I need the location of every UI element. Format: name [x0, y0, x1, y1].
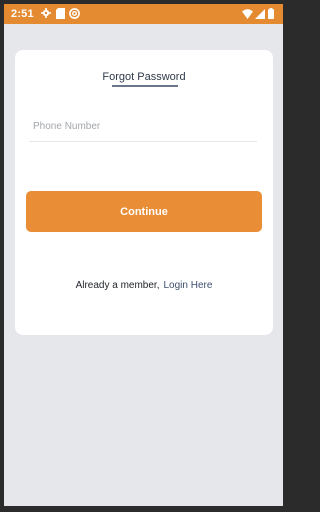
gear-icon: [41, 8, 51, 18]
login-here-link[interactable]: Login Here: [164, 280, 213, 291]
sim-card-icon: [56, 8, 65, 19]
status-time: 2:51: [11, 8, 34, 20]
app-screen: 2:51 Forgot Password Co: [4, 4, 283, 506]
tab-forgot-password[interactable]: Forgot Password: [15, 70, 273, 84]
login-prompt: Already a member, Login Here: [15, 280, 273, 292]
status-bar: 2:51: [4, 4, 283, 24]
battery-icon: [268, 8, 274, 19]
at-sign-icon: [69, 8, 80, 19]
phone-number-input[interactable]: [29, 112, 257, 142]
tab-active-indicator: [112, 85, 178, 87]
continue-button[interactable]: Continue: [26, 191, 262, 232]
wifi-icon: [242, 9, 253, 19]
forgot-password-card: Forgot Password Continue Already a membe…: [15, 50, 273, 335]
signal-icon: [255, 9, 265, 19]
already-member-text: Already a member,: [75, 280, 160, 291]
